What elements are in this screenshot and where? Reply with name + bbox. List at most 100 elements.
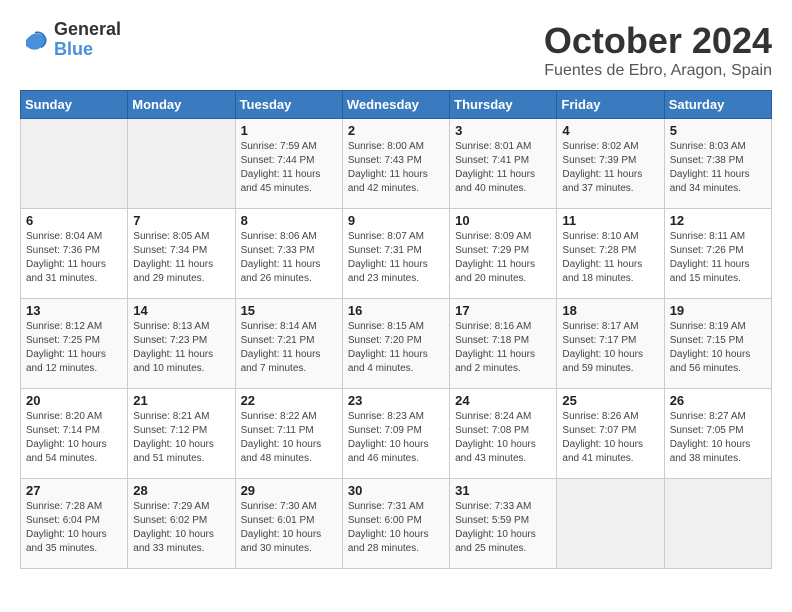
day-number: 7	[133, 213, 229, 228]
day-number: 28	[133, 483, 229, 498]
day-number: 8	[241, 213, 337, 228]
day-info: Sunrise: 8:05 AM Sunset: 7:34 PM Dayligh…	[133, 230, 229, 286]
day-number: 27	[26, 483, 122, 498]
day-number: 12	[670, 213, 766, 228]
day-number: 19	[670, 303, 766, 318]
day-info: Sunrise: 8:07 AM Sunset: 7:31 PM Dayligh…	[348, 230, 444, 286]
day-number: 25	[562, 393, 658, 408]
day-number: 9	[348, 213, 444, 228]
calendar-cell: 22Sunrise: 8:22 AM Sunset: 7:11 PM Dayli…	[235, 389, 342, 479]
day-info: Sunrise: 8:00 AM Sunset: 7:43 PM Dayligh…	[348, 140, 444, 196]
day-info: Sunrise: 7:30 AM Sunset: 6:01 PM Dayligh…	[241, 500, 337, 556]
day-number: 20	[26, 393, 122, 408]
calendar-cell: 31 Sunrise: 7:33 AM Sunset: 5:59 PM Dayli…	[450, 479, 557, 569]
day-number: 10	[455, 213, 551, 228]
day-info: Sunrise: 8:16 AM Sunset: 7:18 PM Dayligh…	[455, 320, 551, 376]
calendar-cell: 2 Sunrise: 8:00 AM Sunset: 7:43 PM Daylig…	[342, 119, 449, 209]
calendar-cell: 15 Sunrise: 8:14 AM Sunset: 7:21 PM Dayli…	[235, 299, 342, 389]
day-number: 15	[241, 303, 337, 318]
calendar-cell: 17 Sunrise: 8:16 AM Sunset: 7:18 PM Dayli…	[450, 299, 557, 389]
day-info: Sunrise: 8:03 AM Sunset: 7:38 PM Dayligh…	[670, 140, 766, 196]
day-info: Sunrise: 7:28 AM Sunset: 6:04 PM Dayligh…	[26, 500, 122, 556]
calendar-cell: 3 Sunrise: 8:01 AM Sunset: 7:41 PM Daylig…	[450, 119, 557, 209]
day-info: Sunrise: 8:09 AM Sunset: 7:29 PM Dayligh…	[455, 230, 551, 286]
calendar-cell: 27 Sunrise: 7:28 AM Sunset: 6:04 PM Dayli…	[21, 479, 128, 569]
calendar-cell: 28Sunrise: 7:29 AM Sunset: 6:02 PM Dayli…	[128, 479, 235, 569]
day-number: 26	[670, 393, 766, 408]
location-title: Fuentes de Ebro, Aragon, Spain	[544, 62, 772, 80]
day-header-tuesday: Tuesday	[235, 91, 342, 119]
day-number: 30	[348, 483, 444, 498]
day-number: 17	[455, 303, 551, 318]
calendar-cell: 16Sunrise: 8:15 AM Sunset: 7:20 PM Dayli…	[342, 299, 449, 389]
calendar-week-1: 6Sunrise: 8:04 AM Sunset: 7:36 PM Daylig…	[21, 209, 772, 299]
calendar-cell: 29 Sunrise: 7:30 AM Sunset: 6:01 PM Dayli…	[235, 479, 342, 569]
day-number: 14	[133, 303, 229, 318]
calendar-cell: 20 Sunrise: 8:20 AM Sunset: 7:14 PM Dayli…	[21, 389, 128, 479]
calendar-cell: 8 Sunrise: 8:06 AM Sunset: 7:33 PM Daylig…	[235, 209, 342, 299]
day-info: Sunrise: 8:04 AM Sunset: 7:36 PM Dayligh…	[26, 230, 122, 286]
calendar-cell: 23Sunrise: 8:23 AM Sunset: 7:09 PM Dayli…	[342, 389, 449, 479]
day-number: 29	[241, 483, 337, 498]
day-number: 22	[241, 393, 337, 408]
calendar-header-row: SundayMondayTuesdayWednesdayThursdayFrid…	[21, 91, 772, 119]
day-info: Sunrise: 8:19 AM Sunset: 7:15 PM Dayligh…	[670, 320, 766, 376]
day-info: Sunrise: 8:11 AM Sunset: 7:26 PM Dayligh…	[670, 230, 766, 286]
day-info: Sunrise: 8:10 AM Sunset: 7:28 PM Dayligh…	[562, 230, 658, 286]
day-header-monday: Monday	[128, 91, 235, 119]
calendar-cell: 19 Sunrise: 8:19 AM Sunset: 7:15 PM Dayli…	[664, 299, 771, 389]
day-info: Sunrise: 8:02 AM Sunset: 7:39 PM Dayligh…	[562, 140, 658, 196]
day-number: 1	[241, 123, 337, 138]
day-info: Sunrise: 7:31 AM Sunset: 6:00 PM Dayligh…	[348, 500, 444, 556]
calendar-week-3: 20 Sunrise: 8:20 AM Sunset: 7:14 PM Dayli…	[21, 389, 772, 479]
day-info: Sunrise: 8:21 AM Sunset: 7:12 PM Dayligh…	[133, 410, 229, 466]
calendar-cell: 18 Sunrise: 8:17 AM Sunset: 7:17 PM Dayli…	[557, 299, 664, 389]
calendar-cell	[128, 119, 235, 209]
calendar-cell: 9 Sunrise: 8:07 AM Sunset: 7:31 PM Daylig…	[342, 209, 449, 299]
day-number: 13	[26, 303, 122, 318]
logo: GeneralBlue	[20, 20, 121, 60]
day-number: 5	[670, 123, 766, 138]
day-info: Sunrise: 8:14 AM Sunset: 7:21 PM Dayligh…	[241, 320, 337, 376]
calendar-cell: 4 Sunrise: 8:02 AM Sunset: 7:39 PM Daylig…	[557, 119, 664, 209]
calendar-cell: 26Sunrise: 8:27 AM Sunset: 7:05 PM Dayli…	[664, 389, 771, 479]
day-header-sunday: Sunday	[21, 91, 128, 119]
logo-text: GeneralBlue	[54, 20, 121, 60]
calendar-cell: 12 Sunrise: 8:11 AM Sunset: 7:26 PM Dayli…	[664, 209, 771, 299]
calendar-cell: 10 Sunrise: 8:09 AM Sunset: 7:29 PM Dayli…	[450, 209, 557, 299]
day-info: Sunrise: 8:06 AM Sunset: 7:33 PM Dayligh…	[241, 230, 337, 286]
day-header-wednesday: Wednesday	[342, 91, 449, 119]
day-header-friday: Friday	[557, 91, 664, 119]
calendar-cell: 13 Sunrise: 8:12 AM Sunset: 7:25 PM Dayli…	[21, 299, 128, 389]
day-number: 16	[348, 303, 444, 318]
day-info: Sunrise: 8:12 AM Sunset: 7:25 PM Dayligh…	[26, 320, 122, 376]
day-number: 3	[455, 123, 551, 138]
calendar-cell: 5 Sunrise: 8:03 AM Sunset: 7:38 PM Daylig…	[664, 119, 771, 209]
title-block: October 2024 Fuentes de Ebro, Aragon, Sp…	[544, 20, 772, 80]
logo-icon	[20, 25, 50, 55]
day-number: 11	[562, 213, 658, 228]
calendar-week-0: 1Sunrise: 7:59 AM Sunset: 7:44 PM Daylig…	[21, 119, 772, 209]
calendar-cell: 21Sunrise: 8:21 AM Sunset: 7:12 PM Dayli…	[128, 389, 235, 479]
calendar-week-2: 13 Sunrise: 8:12 AM Sunset: 7:25 PM Dayli…	[21, 299, 772, 389]
day-info: Sunrise: 8:20 AM Sunset: 7:14 PM Dayligh…	[26, 410, 122, 466]
month-title: October 2024	[544, 20, 772, 62]
day-number: 18	[562, 303, 658, 318]
day-info: Sunrise: 8:24 AM Sunset: 7:08 PM Dayligh…	[455, 410, 551, 466]
day-number: 2	[348, 123, 444, 138]
day-number: 23	[348, 393, 444, 408]
day-info: Sunrise: 8:13 AM Sunset: 7:23 PM Dayligh…	[133, 320, 229, 376]
day-info: Sunrise: 7:33 AM Sunset: 5:59 PM Dayligh…	[455, 500, 551, 556]
day-info: Sunrise: 8:17 AM Sunset: 7:17 PM Dayligh…	[562, 320, 658, 376]
calendar-cell	[557, 479, 664, 569]
calendar-cell: 24 Sunrise: 8:24 AM Sunset: 7:08 PM Dayli…	[450, 389, 557, 479]
calendar-cell: 11 Sunrise: 8:10 AM Sunset: 7:28 PM Dayli…	[557, 209, 664, 299]
day-info: Sunrise: 8:01 AM Sunset: 7:41 PM Dayligh…	[455, 140, 551, 196]
calendar-cell: 14 Sunrise: 8:13 AM Sunset: 7:23 PM Dayli…	[128, 299, 235, 389]
day-header-thursday: Thursday	[450, 91, 557, 119]
day-number: 24	[455, 393, 551, 408]
day-number: 31	[455, 483, 551, 498]
calendar-cell: 6Sunrise: 8:04 AM Sunset: 7:36 PM Daylig…	[21, 209, 128, 299]
day-number: 4	[562, 123, 658, 138]
day-info: Sunrise: 8:26 AM Sunset: 7:07 PM Dayligh…	[562, 410, 658, 466]
